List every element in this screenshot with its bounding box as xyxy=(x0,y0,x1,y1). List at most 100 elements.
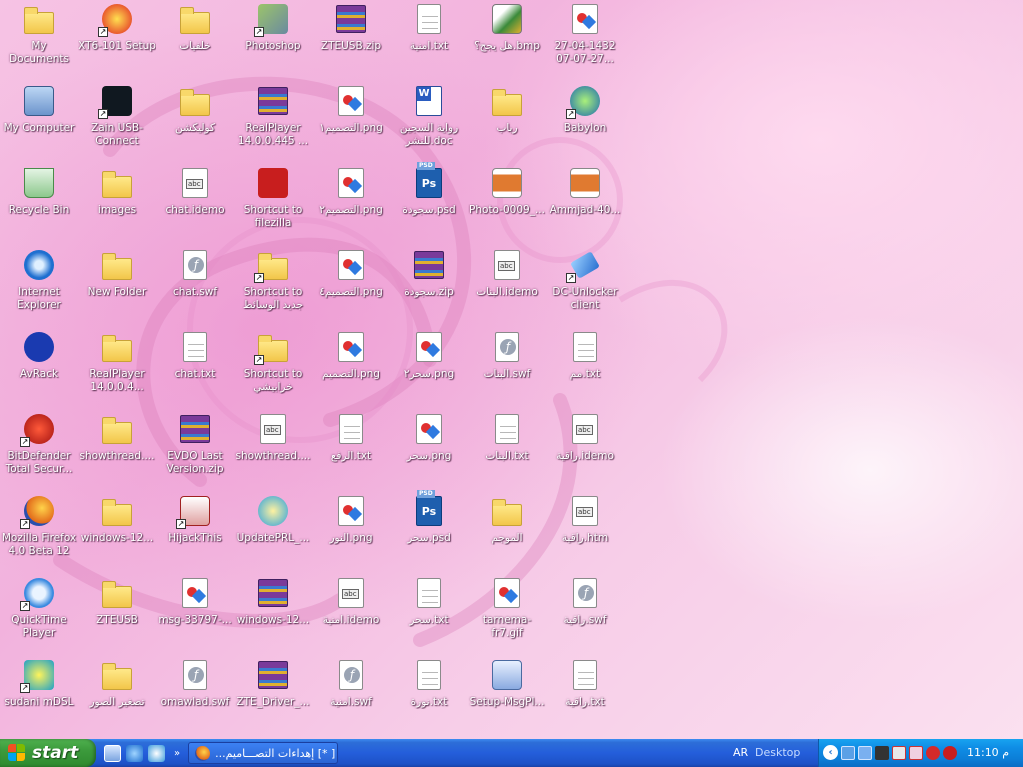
desktop-icon[interactable]: التصميم۱.png xyxy=(312,82,390,162)
network-connection-icon[interactable] xyxy=(858,746,872,760)
desktop-icon[interactable]: ZTEUSB xyxy=(78,574,156,654)
desktop-icon[interactable]: سحر.png xyxy=(390,410,468,490)
desktop-icon[interactable]: رواية السجين للنشر.doc xyxy=(390,82,468,162)
desktop-icon[interactable]: امنية.txt xyxy=(390,0,468,80)
desktop-icon[interactable]: راقية.htm xyxy=(546,492,624,572)
desktop-icon[interactable]: AvRack xyxy=(0,328,78,408)
desktop-icon[interactable]: ↗ sudani mDSL xyxy=(0,656,78,736)
desktop-icon[interactable]: البنات.swf xyxy=(468,328,546,408)
desktop-icon[interactable]: chat.txt xyxy=(156,328,234,408)
desktop-icon[interactable]: showthread.... xyxy=(234,410,312,490)
tray-expand-icon[interactable]: ‹ xyxy=(823,745,838,760)
security-icon[interactable] xyxy=(892,746,906,760)
avrack-icon xyxy=(24,332,54,362)
desktop-icon[interactable]: ↗ Babylon xyxy=(546,82,624,162)
desktop-icon[interactable]: msg-33797-... xyxy=(156,574,234,654)
desktop-icon[interactable]: chat.swf xyxy=(156,246,234,326)
language-indicator[interactable]: AR xyxy=(733,746,748,759)
desktop-icon[interactable]: UpdatePRL_... xyxy=(234,492,312,572)
desktop-icon[interactable]: ZTE_Driver_... xyxy=(234,656,312,736)
realplayer-tray-icon[interactable] xyxy=(943,746,957,760)
desktop-icon[interactable]: EVDO Last Version.zip xyxy=(156,410,234,490)
desktop-icon[interactable]: My Computer xyxy=(0,82,78,162)
desktop-icon[interactable]: التصميم۲.png xyxy=(312,164,390,244)
desktop-icon[interactable]: chat.idemo xyxy=(156,164,234,244)
text-file-icon xyxy=(417,578,441,608)
desktop-icon[interactable]: ↗ XT6-101 Setup xyxy=(78,0,156,80)
desktop-icon[interactable]: ↗ Shortcut to خرابيشي xyxy=(234,328,312,408)
desktop-icon[interactable]: omawlad.swf xyxy=(156,656,234,736)
desktop-icon[interactable]: windows-12... xyxy=(78,492,156,572)
desktop-icon[interactable]: البنات.idemo xyxy=(468,246,546,326)
desktop-icon[interactable]: ↗ Zain USB-Connect xyxy=(78,82,156,162)
desktop-icon[interactable]: New Folder xyxy=(78,246,156,326)
desktop-icon[interactable]: Internet Explorer xyxy=(0,246,78,326)
desktop-icon[interactable]: ↗ HijackThis xyxy=(156,492,234,572)
desktop-icon-label: راقية.idemo xyxy=(556,450,614,462)
desktop-icon[interactable]: ZTEUSB.zip xyxy=(312,0,390,80)
folder-icon xyxy=(102,581,132,608)
desktop-icon[interactable]: Shortcut to filezilla xyxy=(234,164,312,244)
desktop-icon[interactable]: ↗ BitDefender Total Secur... xyxy=(0,410,78,490)
desktop-icon[interactable]: امنية.idemo xyxy=(312,574,390,654)
desktop-icon[interactable]: راقية.swf xyxy=(546,574,624,654)
desktop-icon[interactable]: windows-12... xyxy=(234,574,312,654)
desktop-icon-label: RealPlayer 14.0.0.445 ... xyxy=(237,122,309,147)
internet-explorer-icon[interactable] xyxy=(126,744,143,762)
desktop-icon[interactable]: ↗ Mozilla Firefox 4.0 Beta 12 xyxy=(0,492,78,572)
desktop-icon[interactable]: ↗ QuickTime Player xyxy=(0,574,78,654)
network-icon[interactable] xyxy=(841,746,855,760)
desktop-icon[interactable]: سحر۲.png xyxy=(390,328,468,408)
desktop-icon[interactable]: التصميم٤.png xyxy=(312,246,390,326)
desktop[interactable]: My Documents My Computer Recycle Bin Intern… xyxy=(0,0,1023,738)
desktop-icon[interactable]: خلفيات xyxy=(156,0,234,80)
desktop-icon[interactable]: امنية.swf xyxy=(312,656,390,736)
desktop-icon[interactable]: مم.txt xyxy=(546,328,624,408)
icon-image: ↗ xyxy=(20,658,56,693)
desktop-icon-label: sudani mDSL xyxy=(4,696,74,708)
desktop-toolbar[interactable]: Desktop xyxy=(755,746,800,759)
desktop-icon[interactable]: tarnema-fr7.gif xyxy=(468,574,546,654)
messenger-icon[interactable] xyxy=(148,744,165,762)
icon-image xyxy=(490,330,524,364)
desktop-icon[interactable]: showthread.... xyxy=(78,410,156,490)
desktop-icon[interactable]: Photo-0009_... xyxy=(468,164,546,244)
desktop-icon[interactable]: ↗ Shortcut to جديد الوسائط xyxy=(234,246,312,326)
desktop-icon[interactable]: ↗ Photoshop xyxy=(234,0,312,80)
desktop-icon[interactable]: Ammjad-40... xyxy=(546,164,624,244)
desktop-icon[interactable]: images xyxy=(78,164,156,244)
desktop-icon[interactable]: Ps سجودة.psd xyxy=(390,162,468,244)
desktop-icon[interactable]: RealPlayer 14.0.0.4... xyxy=(78,328,156,408)
desktop-icon[interactable]: النور.png xyxy=(312,492,390,572)
desktop-icon[interactable]: سحر.txt xyxy=(390,574,468,654)
desktop-icon[interactable]: كوليكشن xyxy=(156,82,234,162)
icon-image xyxy=(412,2,446,36)
desktop-icon[interactable]: Setup-MsgPl... xyxy=(468,656,546,736)
show-desktop-icon[interactable] xyxy=(104,744,121,762)
desktop-icon[interactable]: My Documents xyxy=(0,0,78,80)
desktop-icon[interactable]: راقية.txt xyxy=(546,656,624,736)
mail-icon[interactable] xyxy=(909,746,923,760)
desktop-icon[interactable]: سجودة.zip xyxy=(390,246,468,326)
clock[interactable]: 11:10 م xyxy=(967,746,1009,759)
desktop-icon[interactable]: الموجم xyxy=(468,492,546,572)
desktop-icon[interactable]: ↗ DC-Unlocker client xyxy=(546,246,624,326)
modem-icon[interactable] xyxy=(875,746,889,760)
desktop-icon[interactable]: Ps سحر.psd xyxy=(390,490,468,572)
desktop-icon[interactable]: تصغير الصور xyxy=(78,656,156,736)
bitdefender-tray-icon[interactable] xyxy=(926,746,940,760)
icon-image: ↗ xyxy=(98,2,134,37)
quick-launch-chevron-icon[interactable]: » xyxy=(174,748,180,759)
desktop-icon[interactable]: التصميم.png xyxy=(312,328,390,408)
desktop-icon[interactable]: البنات.txt xyxy=(468,410,546,490)
desktop-icon[interactable]: هل يجح؟.bmp xyxy=(468,0,546,80)
desktop-icon[interactable]: راقية.idemo xyxy=(546,410,624,490)
start-button[interactable]: start xyxy=(0,739,96,767)
taskbar-firefox-window[interactable]: [ *] إهداءات التصـــاميم... xyxy=(188,742,339,764)
desktop-icon[interactable]: 27-04-1432 07-07-27... xyxy=(546,0,624,80)
desktop-icon[interactable]: نورة.txt xyxy=(390,656,468,736)
desktop-icon[interactable]: RealPlayer 14.0.0.445 ... xyxy=(234,82,312,162)
desktop-icon[interactable]: Recycle Bin xyxy=(0,164,78,244)
desktop-icon[interactable]: الرفع.txt xyxy=(312,410,390,490)
desktop-icon[interactable]: رباب xyxy=(468,82,546,162)
